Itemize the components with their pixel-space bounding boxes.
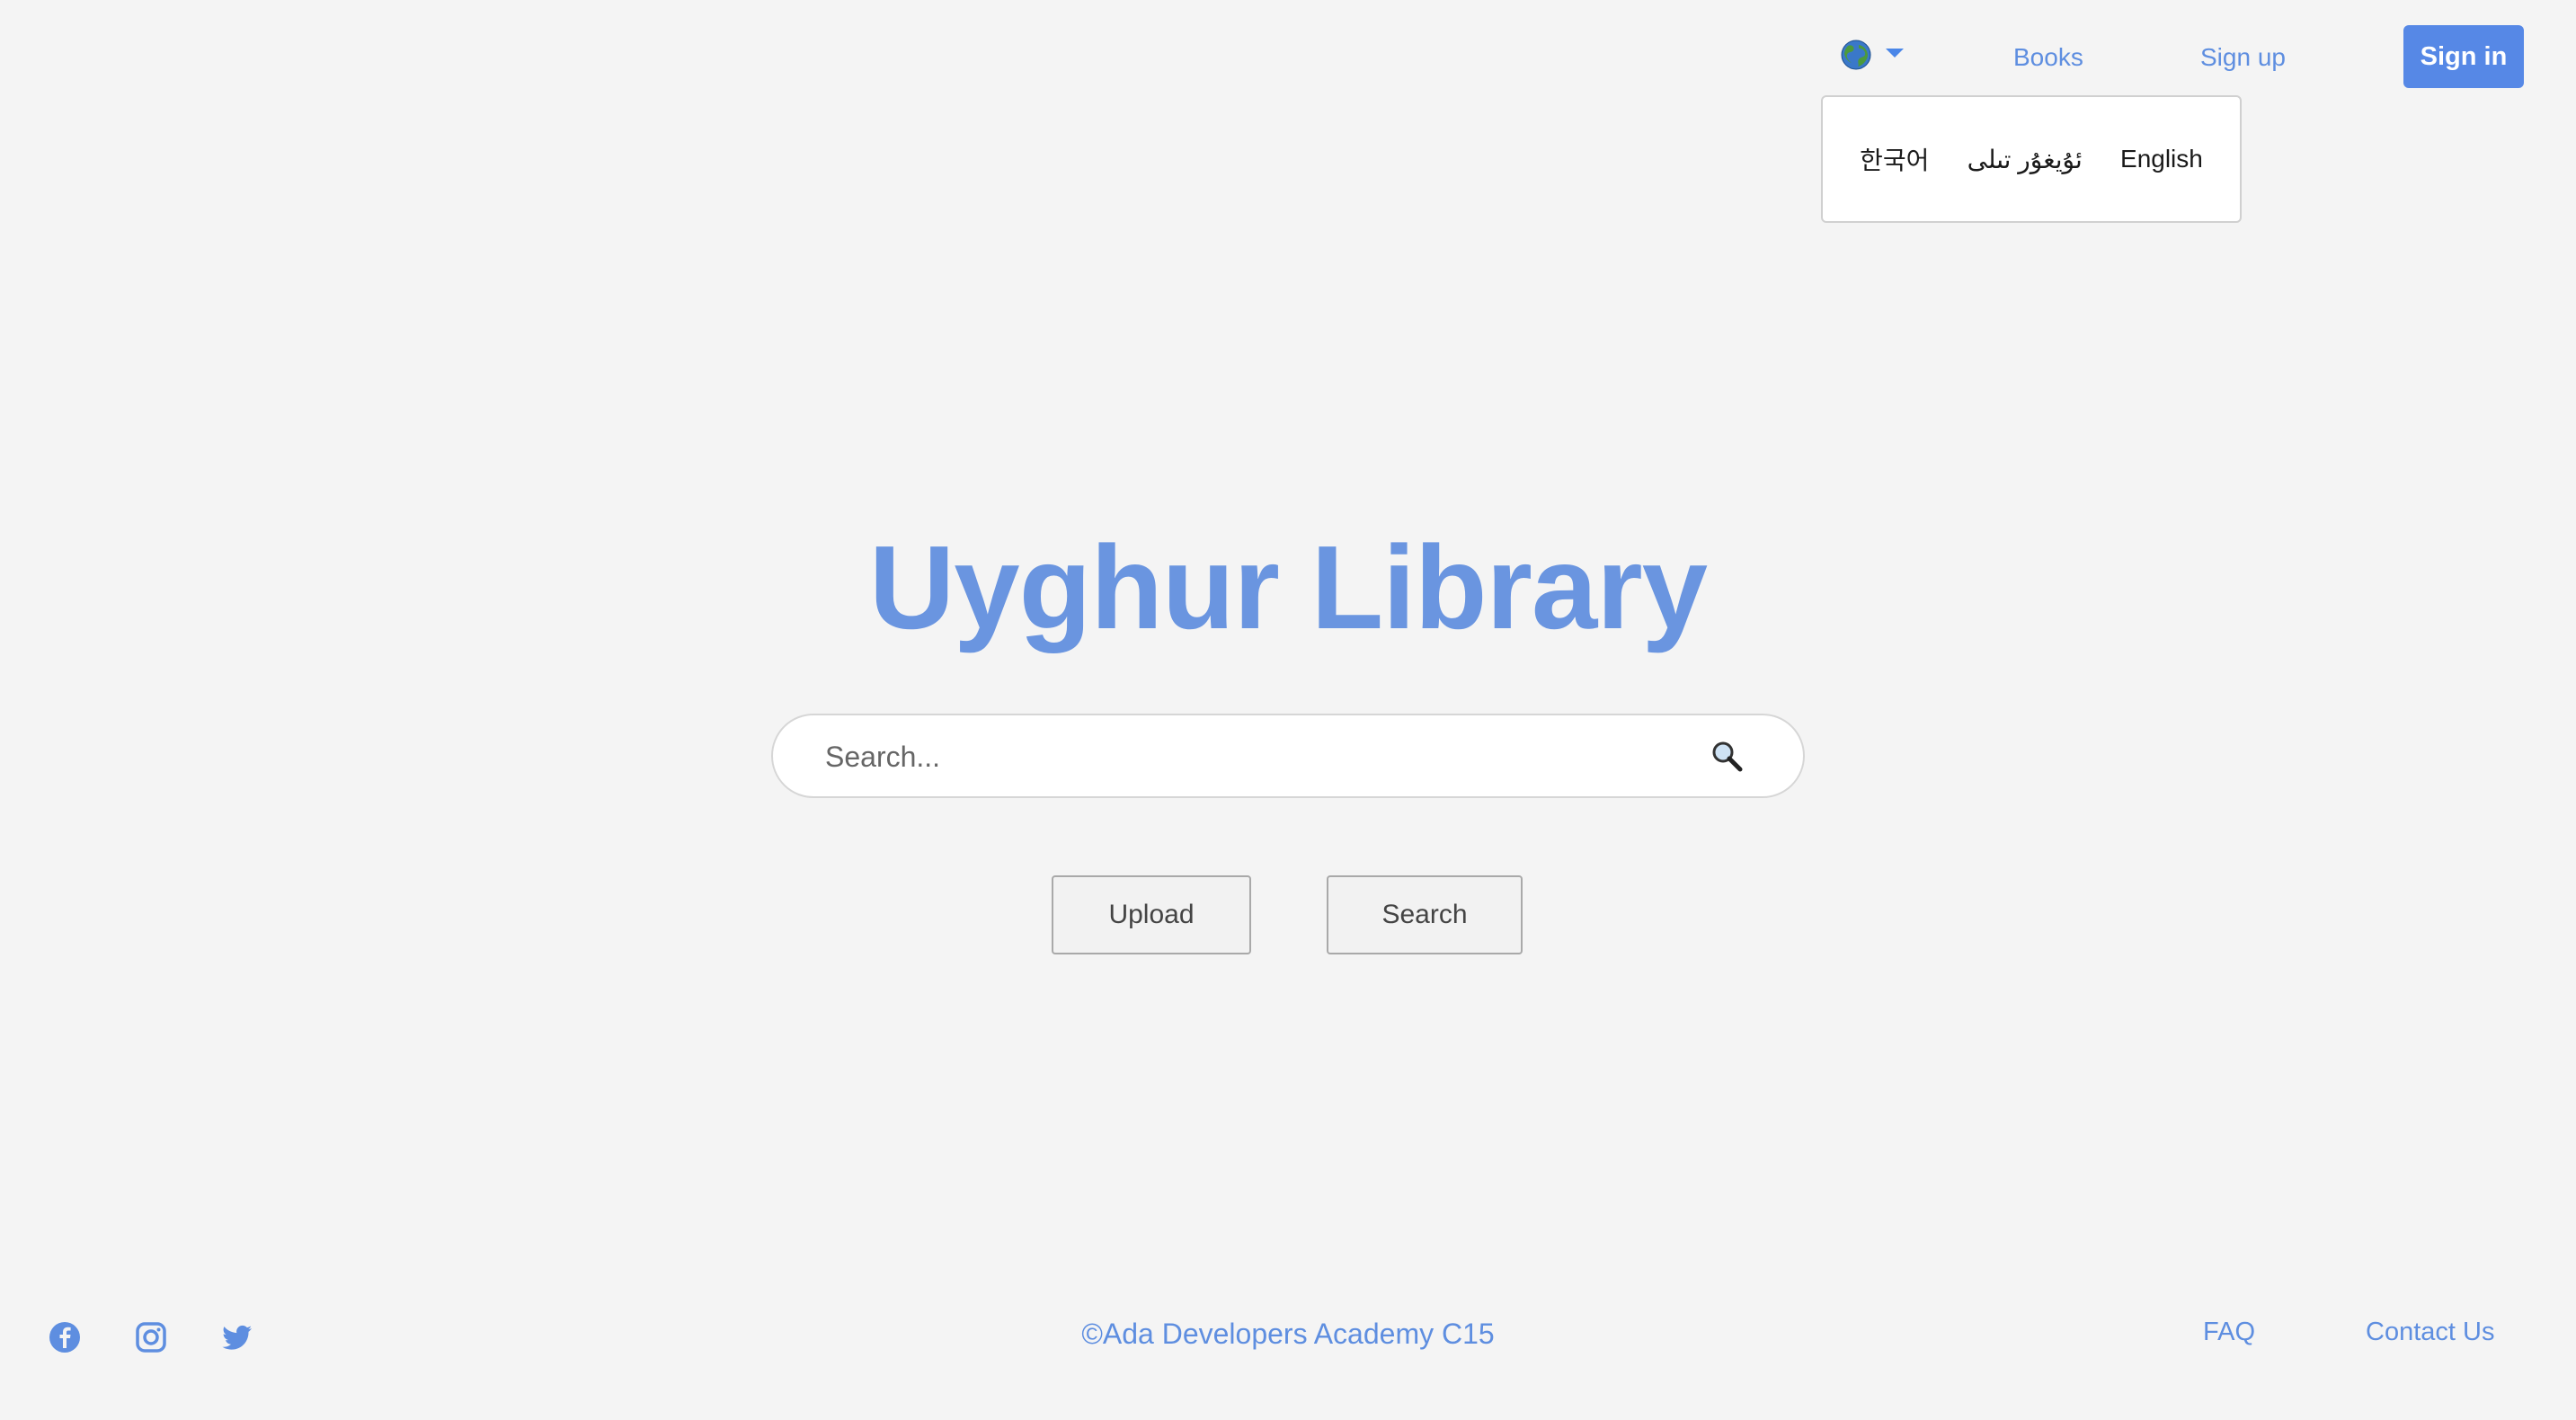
signin-button[interactable]: Sign in [2403, 25, 2524, 88]
magnifier-icon[interactable] [1710, 739, 1745, 775]
language-option-korean[interactable]: 한국어 [1860, 141, 1929, 177]
language-option-english[interactable]: English [2120, 145, 2203, 173]
language-dropdown-menu: 한국어 ئۇيغۇر تىلى English [1821, 95, 2242, 223]
search-button[interactable]: Search [1327, 875, 1523, 954]
faq-link[interactable]: FAQ [2203, 1318, 2255, 1347]
contact-us-link[interactable]: Contact Us [2366, 1318, 2494, 1347]
page: Books Sign up Sign in 한국어 ئۇيغۇر تىلى En… [0, 0, 2576, 1420]
copyright-text: ©Ada Developers Academy C15 [1081, 1318, 1495, 1350]
chevron-down-icon [1886, 49, 1904, 58]
search-bar [771, 714, 1805, 798]
nav-signup-link[interactable]: Sign up [2200, 40, 2286, 75]
upload-button[interactable]: Upload [1052, 875, 1251, 954]
language-selector[interactable] [1841, 40, 1904, 70]
globe-icon [1841, 40, 1871, 70]
nav-books-link[interactable]: Books [2013, 40, 2083, 75]
search-input[interactable] [825, 735, 1688, 778]
language-option-uyghur[interactable]: ئۇيغۇر تىلى [1968, 145, 2083, 174]
page-title: Uyghur Library [868, 521, 1708, 653]
